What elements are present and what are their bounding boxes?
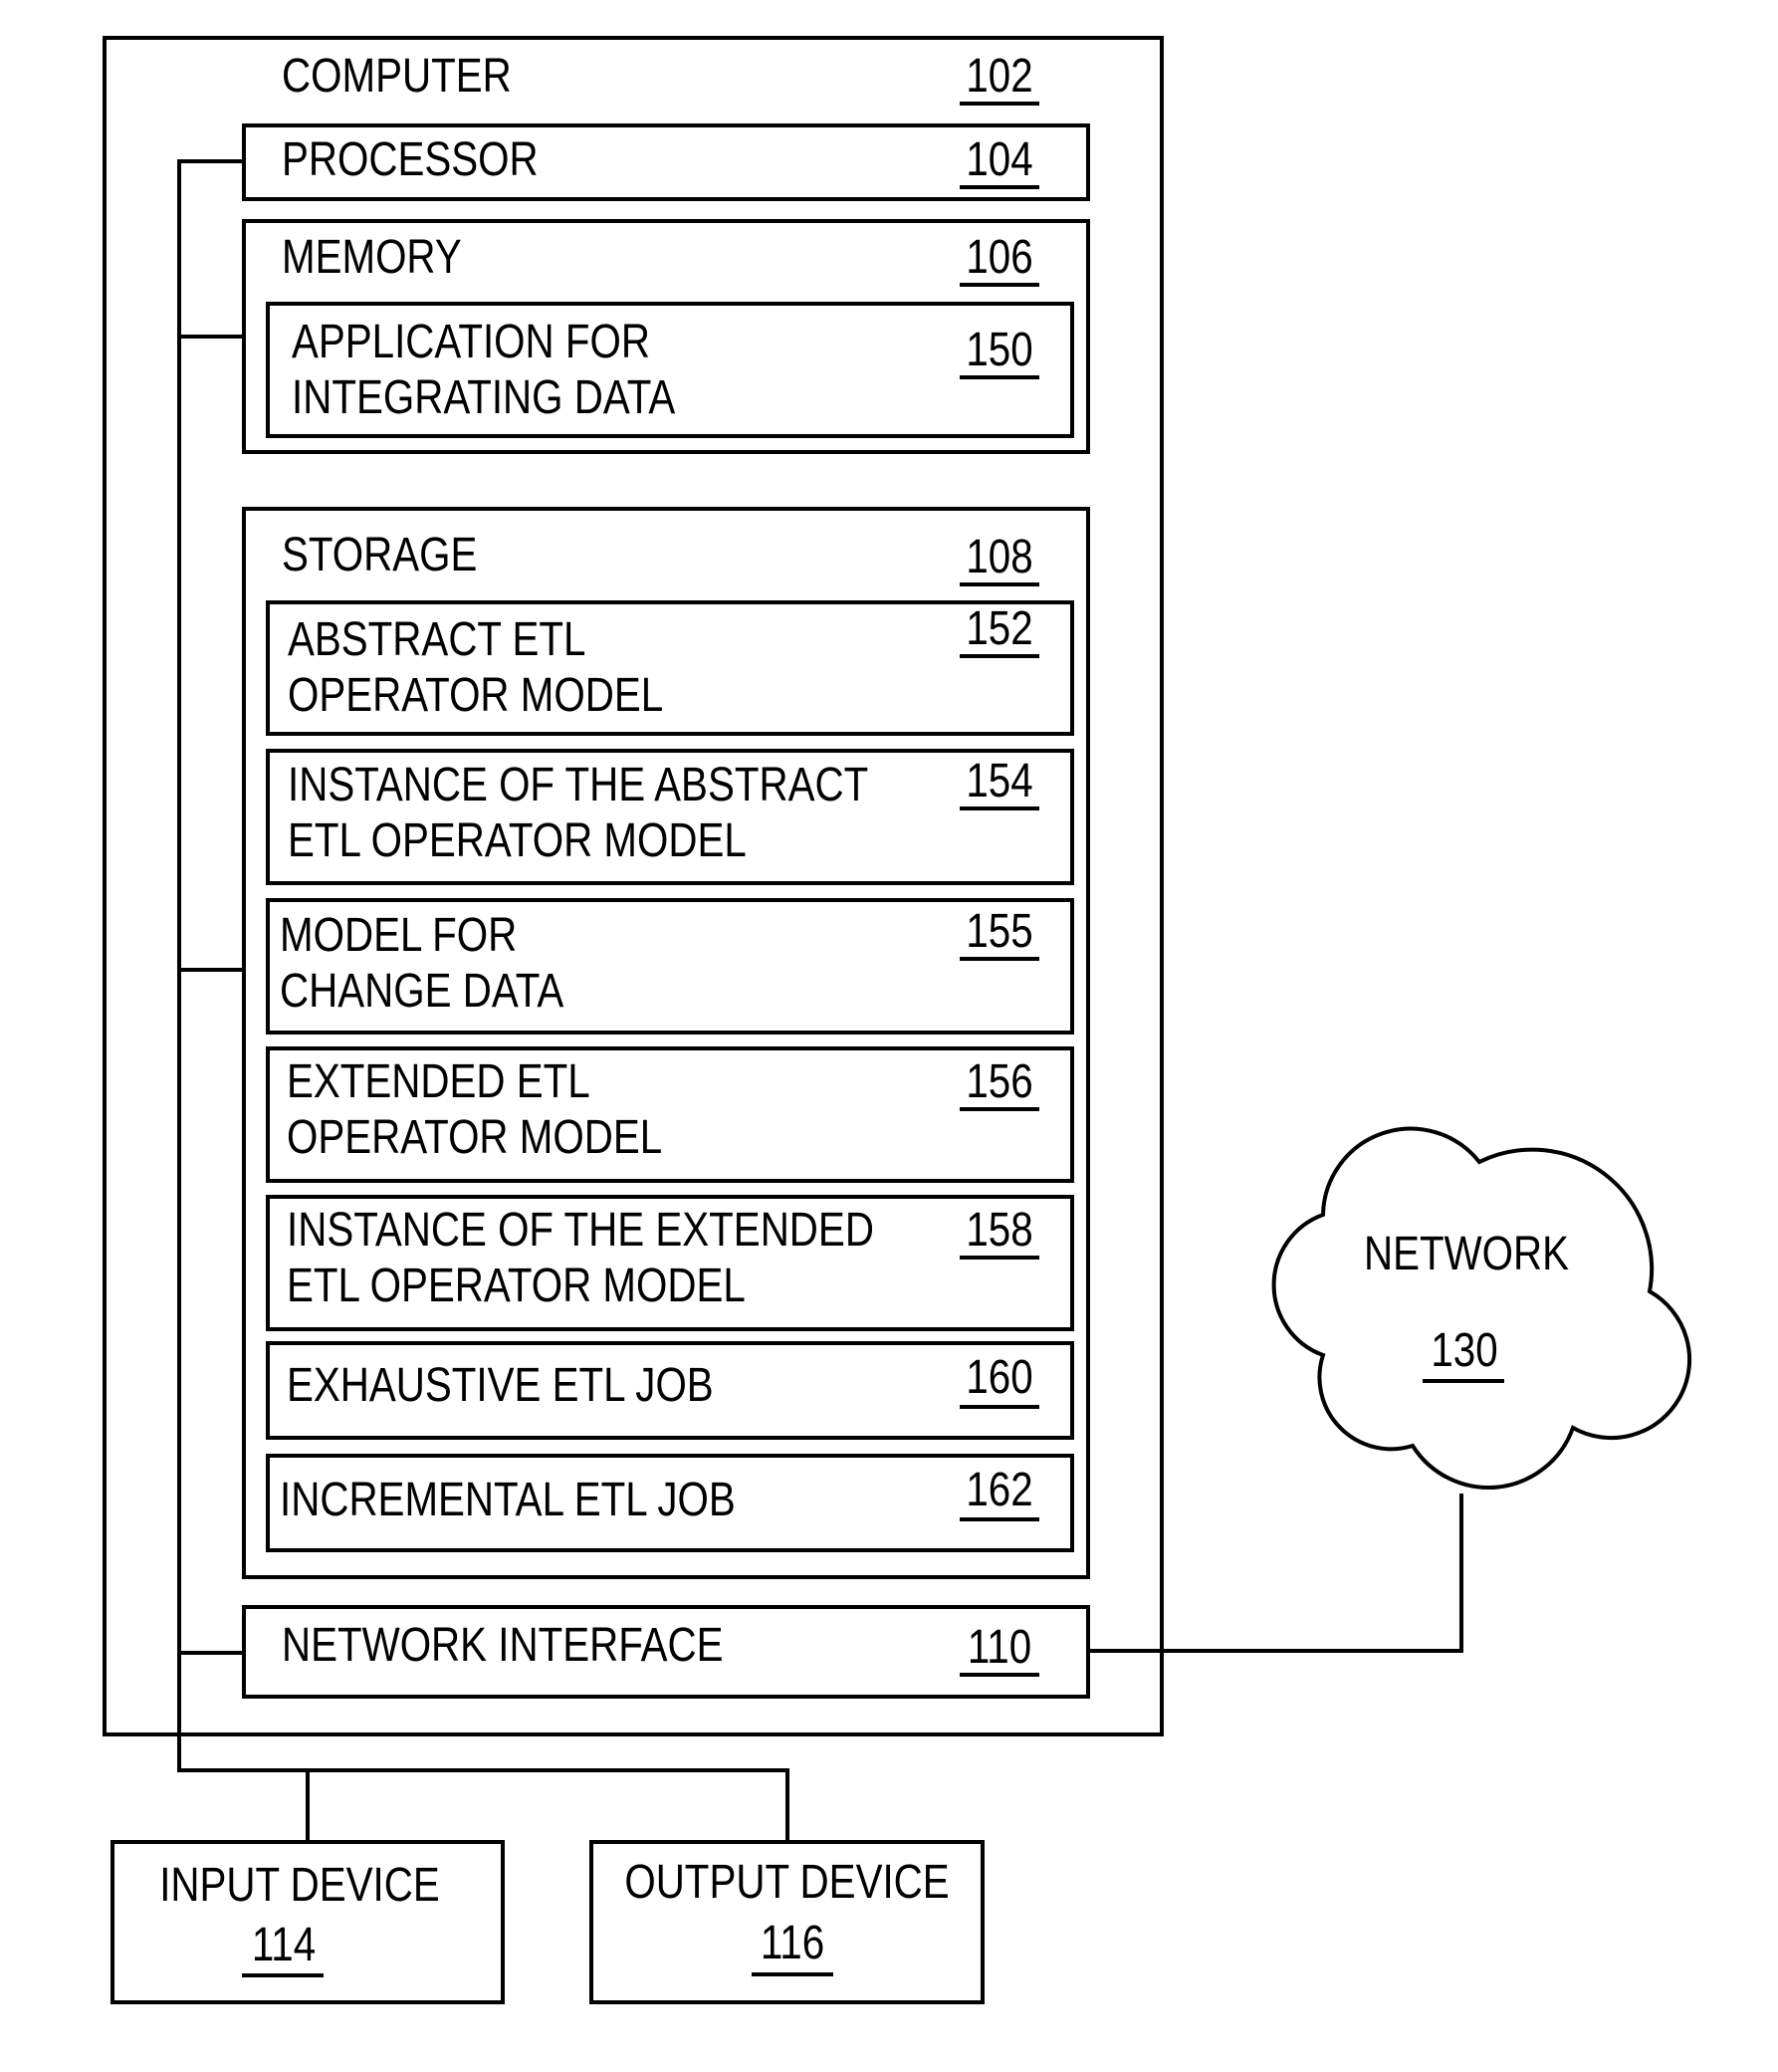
network-interface-label: NETWORK INTERFACE — [282, 1619, 724, 1672]
storage-ref: 108 — [966, 531, 1033, 583]
storage-item-ref-underline — [960, 1256, 1039, 1260]
storage-item-line1: INSTANCE OF THE ABSTRACT — [288, 759, 869, 811]
storage-item-line1: MODEL FOR — [280, 909, 518, 962]
storage-item-ref-underline — [960, 957, 1039, 961]
computer-ref-underline — [960, 102, 1039, 106]
storage-item-line1: ABSTRACT ETL — [288, 613, 586, 666]
storage-item-ref-underline — [960, 1405, 1039, 1409]
network-cloud-shape — [1271, 1126, 1692, 1490]
storage-item-ref-underline — [960, 806, 1039, 810]
network-interface-ref-underline — [960, 1673, 1039, 1677]
application-ref: 150 — [966, 324, 1033, 376]
storage-item-line2: OPERATOR MODEL — [288, 669, 664, 722]
storage-item-line1: INSTANCE OF THE EXTENDED — [287, 1204, 874, 1257]
memory-ref-underline — [960, 283, 1039, 287]
storage-item-line2: ETL OPERATOR MODEL — [287, 1260, 746, 1312]
storage-ref-underline — [960, 582, 1039, 586]
storage-item-ref: 156 — [966, 1055, 1033, 1108]
application-label-line2: INTEGRATING DATA — [292, 371, 676, 424]
output-device-ref-underline — [752, 1972, 833, 1976]
computer-ref: 102 — [966, 50, 1033, 103]
storage-item-line1: INCREMENTAL ETL JOB — [280, 1474, 736, 1526]
application-ref-underline — [960, 375, 1039, 379]
input-device-ref: 114 — [251, 1919, 317, 1971]
memory-ref: 106 — [966, 231, 1033, 284]
storage-item-ref: 160 — [966, 1351, 1033, 1404]
storage-item-ref-underline — [960, 1517, 1039, 1521]
processor-label: PROCESSOR — [282, 133, 539, 186]
storage-item-ref: 162 — [966, 1464, 1033, 1516]
network-label: NETWORK — [1363, 1228, 1570, 1280]
memory-label: MEMORY — [282, 231, 462, 284]
storage-item-line2: OPERATOR MODEL — [287, 1111, 663, 1164]
network-ref: 130 — [1431, 1324, 1498, 1377]
storage-item-line2: ETL OPERATOR MODEL — [288, 814, 747, 867]
input-device-label: INPUT DEVICE — [159, 1859, 440, 1912]
network-ref-underline — [1423, 1379, 1504, 1383]
storage-label: STORAGE — [282, 529, 478, 581]
storage-item-line2: CHANGE DATA — [280, 965, 564, 1018]
application-label-line1: APPLICATION FOR — [292, 316, 650, 368]
input-device-ref-underline — [242, 1973, 324, 1977]
computer-label: COMPUTER — [282, 50, 512, 103]
storage-item-ref: 152 — [966, 602, 1033, 655]
network-interface-ref: 110 — [967, 1621, 1032, 1674]
processor-ref-underline — [960, 185, 1039, 189]
storage-item-ref: 158 — [966, 1204, 1033, 1257]
storage-item-line1: EXTENDED ETL — [287, 1055, 590, 1108]
storage-item-ref: 155 — [966, 905, 1033, 958]
storage-item-ref: 154 — [966, 755, 1033, 807]
output-device-label: OUTPUT DEVICE — [624, 1856, 950, 1909]
storage-item-line1: EXHAUSTIVE ETL JOB — [287, 1359, 714, 1412]
storage-item-ref-underline — [960, 654, 1039, 658]
storage-item-ref-underline — [960, 1107, 1039, 1111]
output-device-ref: 116 — [760, 1917, 825, 1969]
processor-ref: 104 — [966, 133, 1033, 186]
